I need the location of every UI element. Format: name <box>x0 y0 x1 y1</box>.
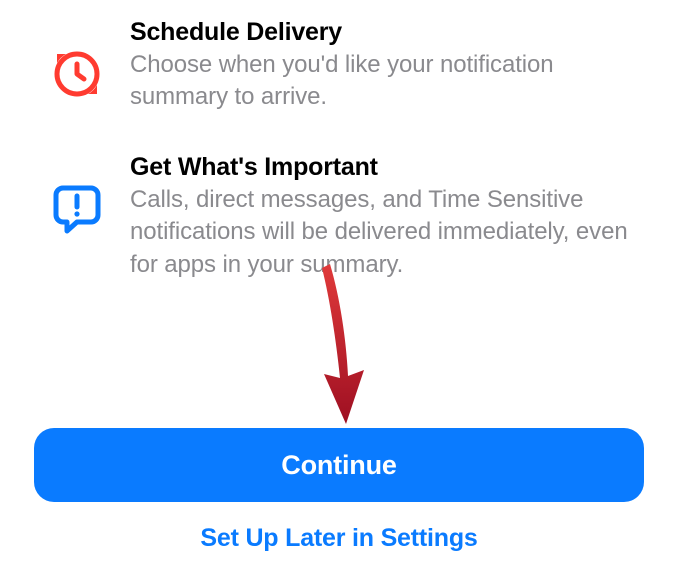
feature-title: Get What's Important <box>130 153 634 182</box>
feature-list: Schedule Delivery Choose when you'd like… <box>0 0 680 281</box>
chat-alert-icon <box>30 153 124 235</box>
feature-description: Calls, direct messages, and Time Sensiti… <box>130 184 634 280</box>
feature-row-schedule: Schedule Delivery Choose when you'd like… <box>30 18 650 113</box>
feature-title: Schedule Delivery <box>130 18 634 47</box>
action-area: Continue Set Up Later in Settings <box>0 428 680 553</box>
setup-later-link[interactable]: Set Up Later in Settings <box>34 524 644 553</box>
setup-later-label: Set Up Later in Settings <box>200 524 477 552</box>
feature-description: Choose when you'd like your notification… <box>130 49 634 113</box>
feature-row-important: Get What's Important Calls, direct messa… <box>30 153 650 280</box>
annotation-arrow <box>300 258 380 433</box>
continue-button[interactable]: Continue <box>34 428 644 502</box>
clock-icon <box>30 18 124 100</box>
continue-button-label: Continue <box>281 450 396 481</box>
